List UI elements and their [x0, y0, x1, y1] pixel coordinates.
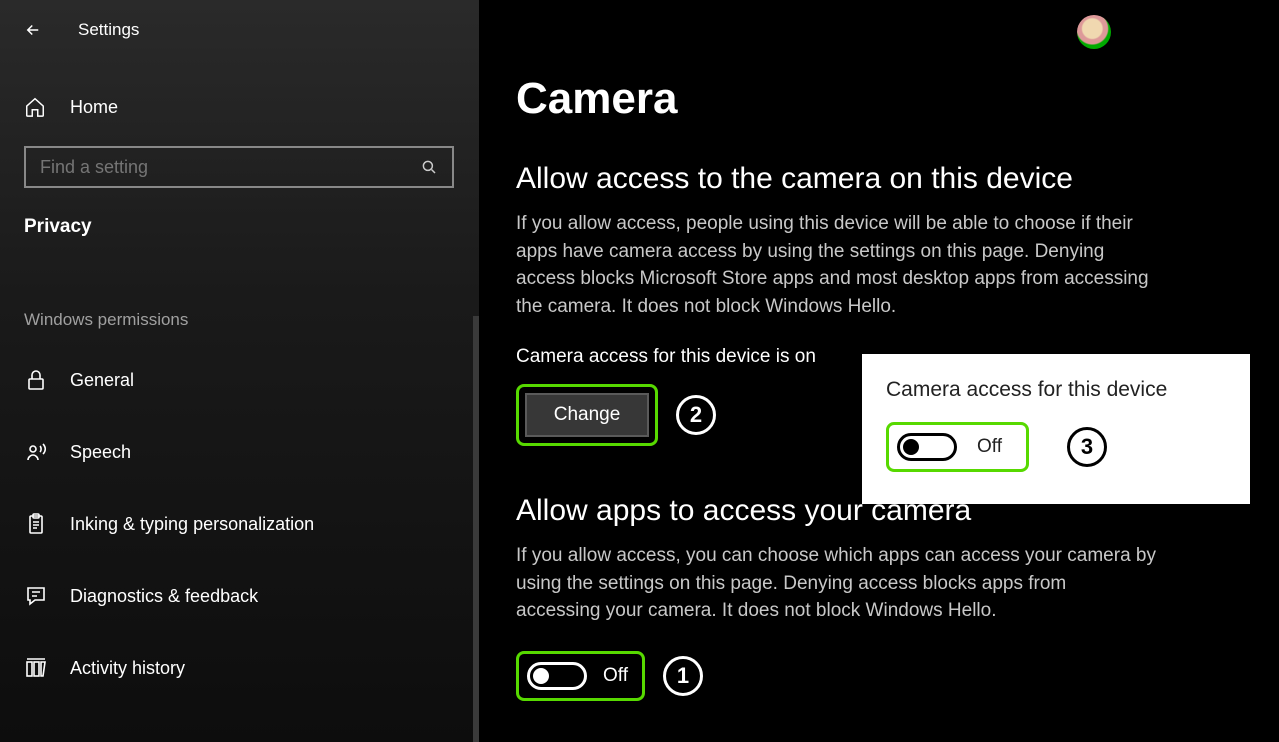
feedback-icon: [24, 584, 48, 608]
page-title: Camera: [516, 74, 1243, 124]
nav-home-label: Home: [70, 97, 118, 118]
annotation-badge-1: 1: [663, 656, 703, 696]
annotation-badge-2: 2: [676, 395, 716, 435]
nav-item-speech[interactable]: Speech: [0, 416, 479, 488]
nav-item-inking[interactable]: Inking & typing personalization: [0, 488, 479, 560]
nav-item-label: Activity history: [70, 658, 185, 679]
section-heading-access: Allow access to the camera on this devic…: [516, 162, 1243, 196]
nav-item-label: Speech: [70, 442, 131, 463]
search-icon: [420, 158, 438, 176]
annotation-badge-3: 3: [1067, 427, 1107, 467]
nav-item-label: Diagnostics & feedback: [70, 586, 258, 607]
nav-list: General Speech Inking & typing personali…: [0, 344, 479, 704]
apps-access-toggle[interactable]: [527, 662, 587, 690]
section-description-access: If you allow access, people using this d…: [516, 210, 1156, 320]
device-access-toggle[interactable]: [897, 433, 957, 461]
annotation-highlight-2: Change: [516, 384, 658, 446]
speech-icon: [24, 440, 48, 464]
nav-group-label: Windows permissions: [24, 310, 455, 330]
camera-access-flyout: Camera access for this device Off 3: [862, 354, 1250, 504]
nav-item-label: Inking & typing personalization: [70, 514, 314, 535]
settings-sidebar: Settings Home Privacy Windows permission…: [0, 0, 480, 742]
window-title: Settings: [78, 20, 139, 40]
nav-item-label: General: [70, 370, 134, 391]
nav-item-diagnostics[interactable]: Diagnostics & feedback: [0, 560, 479, 632]
section-description-apps: If you allow access, you can choose whic…: [516, 542, 1156, 625]
nav-home[interactable]: Home: [0, 84, 479, 130]
window-header: Settings: [0, 0, 479, 60]
change-button[interactable]: Change: [525, 393, 649, 437]
annotation-highlight-1: Off: [516, 651, 645, 701]
settings-category: Privacy: [24, 216, 455, 238]
flyout-title: Camera access for this device: [886, 378, 1226, 402]
apps-access-toggle-label: Off: [603, 665, 628, 687]
annotation-highlight-3: Off: [886, 422, 1029, 472]
back-arrow-icon[interactable]: [24, 21, 42, 39]
clipboard-icon: [24, 512, 48, 536]
history-icon: [24, 656, 48, 680]
home-icon: [24, 96, 46, 118]
user-avatar-icon[interactable]: [1077, 15, 1111, 49]
nav-item-activity[interactable]: Activity history: [0, 632, 479, 704]
search-input[interactable]: [40, 157, 420, 178]
lock-icon: [24, 368, 48, 392]
device-access-toggle-label: Off: [977, 436, 1002, 458]
search-box[interactable]: [24, 146, 454, 188]
nav-item-general[interactable]: General: [0, 344, 479, 416]
